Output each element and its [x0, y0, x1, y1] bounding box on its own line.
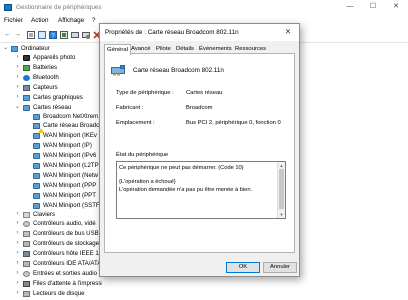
expand-icon[interactable]: › [14, 210, 21, 219]
maximize-button[interactable]: ☐ [362, 1, 384, 13]
update-driver-icon[interactable] [59, 30, 68, 39]
tab-driver[interactable]: Pilote [154, 45, 173, 53]
device-type-value: Cartes réseau [186, 90, 223, 96]
tab-details[interactable]: Détails [174, 45, 196, 53]
computer-icon [11, 45, 18, 52]
menu-fichier[interactable]: Fichier [4, 17, 23, 24]
storage-icon [23, 240, 30, 247]
audio-io-icon [23, 270, 30, 277]
expand-icon[interactable]: › [14, 289, 21, 298]
location-value: Bus PCI 2, périphérique 0, fonction 0 [186, 120, 281, 126]
usb-icon [23, 230, 30, 237]
ok-button[interactable]: OK [226, 262, 260, 273]
scroll-thumb[interactable] [279, 169, 284, 209]
cancel-button[interactable]: Annuler [263, 262, 297, 273]
menu-affichage[interactable]: Affichage [58, 17, 84, 24]
window-title: Gestionnaire de périphériques [16, 4, 102, 11]
scroll-down-icon[interactable]: ▼ [279, 212, 284, 217]
expand-icon[interactable]: › [14, 279, 21, 288]
tab-resources[interactable]: Ressources [233, 45, 268, 53]
expand-icon[interactable]: › [14, 259, 21, 268]
ide-controller-icon [23, 260, 30, 267]
dialog-close-button[interactable]: ✕ [277, 24, 299, 39]
display-adapter-icon [23, 94, 30, 101]
keyboard-icon [23, 211, 30, 218]
bluetooth-icon [23, 74, 30, 81]
dialog-titlebar: Propriétés de : Carte réseau Broadcom 80… [100, 24, 299, 41]
device-status-label: État du périphérique [116, 152, 169, 158]
network-adapter-icon [33, 182, 40, 189]
expand-icon[interactable]: › [14, 53, 21, 62]
network-adapter-icon [33, 192, 40, 199]
network-adapter-icon [33, 132, 40, 139]
collapse-icon[interactable]: ⌄ [14, 103, 21, 112]
ieee1394-icon [23, 250, 30, 257]
tab-general[interactable]: Général [104, 44, 131, 55]
expand-icon[interactable]: › [14, 219, 21, 228]
device-name: Carte réseau Broadcom 802.11n [133, 67, 224, 74]
expand-icon[interactable]: › [14, 239, 21, 248]
expand-icon[interactable]: › [14, 73, 21, 82]
expand-icon[interactable]: › [14, 63, 21, 72]
battery-icon [23, 64, 30, 71]
network-adapter-icon [33, 162, 40, 169]
scan-hardware-icon[interactable] [70, 30, 79, 39]
tab-events[interactable]: Événements [197, 45, 234, 53]
menu-action[interactable]: Action [31, 17, 49, 24]
status-scrollbar[interactable]: ▲ ▼ [277, 162, 285, 218]
device-manager-app-icon [4, 4, 12, 11]
back-arrow-icon[interactable]: ← [3, 30, 12, 39]
general-tab-panel: Carte réseau Broadcom 802.11n Type de pé… [104, 53, 295, 253]
device-tree: ⌄ Ordinateur › Appareils photo › Batteri… [0, 43, 102, 300]
expand-icon[interactable]: › [14, 93, 21, 102]
disk-drive-icon [23, 290, 30, 297]
menu-help[interactable]: ? [92, 17, 96, 24]
window-titlebar: Gestionnaire de périphériques — ☐ ✕ [0, 0, 408, 16]
main-content-area [300, 43, 408, 300]
network-adapter-warning-icon [33, 122, 44, 133]
location-label: Emplacement : [116, 120, 155, 126]
device-status-textbox[interactable]: Ce périphérique ne peut pas démarrer. (C… [116, 161, 286, 219]
forward-arrow-icon[interactable]: → [13, 30, 22, 39]
expand-icon[interactable]: › [14, 229, 21, 238]
scroll-up-icon[interactable]: ▲ [279, 163, 284, 168]
printer-icon [23, 280, 30, 287]
close-button[interactable]: ✕ [385, 1, 407, 13]
device-status-text: Ce périphérique ne peut pas démarrer. (C… [119, 165, 253, 193]
disable-device-icon[interactable] [81, 30, 90, 39]
network-adapter-icon [33, 113, 40, 120]
manufacturer-label: Fabricant : [116, 105, 144, 111]
expand-icon[interactable]: › [14, 269, 21, 278]
minimize-button[interactable]: — [339, 1, 361, 13]
network-adapter-icon [33, 172, 40, 179]
expand-icon[interactable]: › [14, 83, 21, 92]
tab-advanced[interactable]: Avancé [129, 45, 153, 53]
manufacturer-value: Broadcom [186, 105, 213, 111]
help-icon[interactable]: ? [48, 30, 57, 39]
dialog-title: Propriétés de : Carte réseau Broadcom 80… [105, 29, 239, 36]
network-adapter-icon [23, 104, 30, 111]
collapse-icon[interactable]: ⌄ [2, 44, 9, 53]
sensor-icon [23, 84, 30, 91]
network-adapter-icon [111, 65, 126, 76]
properties-icon[interactable] [26, 30, 35, 39]
camera-icon [23, 54, 30, 61]
network-adapter-icon [33, 152, 40, 159]
speaker-icon [23, 220, 30, 227]
expand-icon[interactable]: › [14, 249, 21, 258]
network-adapter-icon [33, 142, 40, 149]
network-adapter-icon [33, 202, 40, 209]
view-icon[interactable] [37, 30, 46, 39]
properties-dialog: Propriétés de : Carte réseau Broadcom 80… [99, 23, 300, 277]
device-type-label: Type de périphérique : [116, 90, 174, 96]
